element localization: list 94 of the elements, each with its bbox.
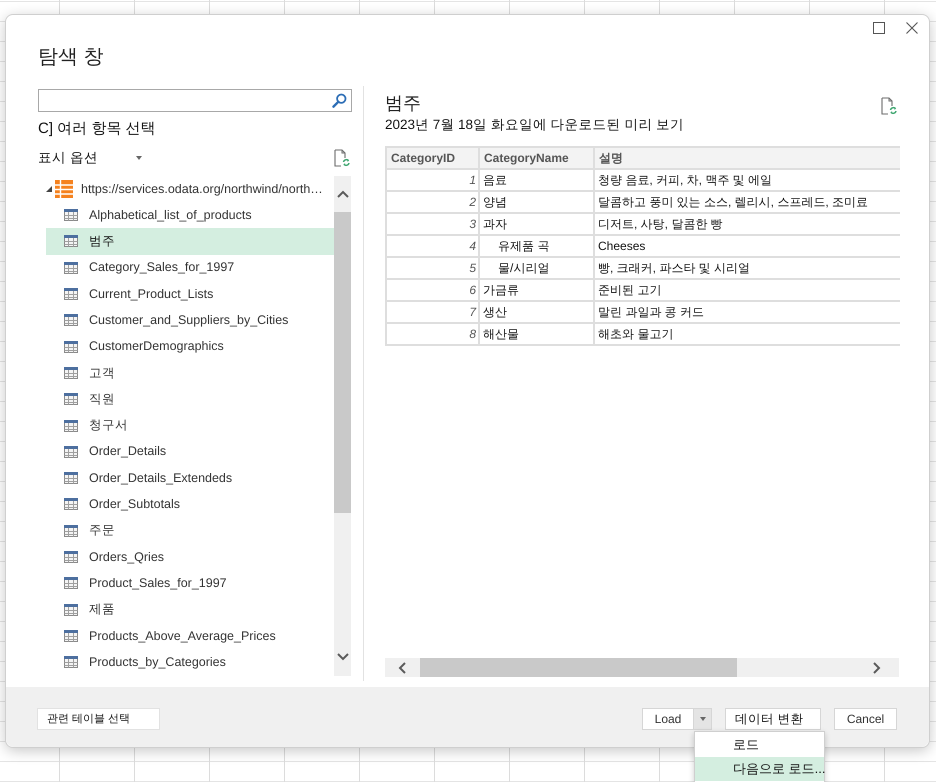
tree-item[interactable]: 제품: [46, 596, 334, 623]
tree-item[interactable]: Orders_Qries: [46, 544, 334, 570]
table-icon: [64, 393, 78, 406]
grid-icon: [55, 180, 73, 198]
chevron-left-icon[interactable]: [398, 662, 407, 674]
caret-icon: [700, 717, 706, 721]
table-icon: [64, 498, 78, 510]
table-cell: 7: [386, 301, 479, 323]
table-icon: [64, 366, 78, 379]
table-cell: 1: [386, 169, 479, 191]
column-header[interactable]: 설명: [594, 147, 900, 169]
preview-subtitle: 2023년 7월 18일 화요일에 다운로드된 미리 보기: [385, 116, 684, 134]
search-icon[interactable]: [332, 93, 347, 108]
document-refresh-icon[interactable]: [334, 149, 350, 167]
scrollbar-thumb[interactable]: [334, 212, 351, 513]
table-cell: 과자: [479, 213, 594, 235]
table-cell: 가금류: [479, 279, 594, 301]
search-field[interactable]: [38, 89, 352, 112]
tree-item[interactable]: Customer_and_Suppliers_by_Cities: [46, 307, 334, 334]
menu-item[interactable]: 다음으로 로드...: [695, 757, 824, 781]
table-cell: 달콤하고 풍미 있는 소스, 렐리시, 스프레드, 조미료: [594, 191, 900, 213]
table-icon: [64, 235, 78, 248]
close-icon[interactable]: [906, 22, 918, 34]
chevron-right-icon[interactable]: [872, 662, 880, 674]
table-icon: [64, 472, 78, 484]
table-cell: 해산물: [479, 323, 594, 345]
tree-item[interactable]: Products_by_Categories: [46, 649, 334, 676]
scrollbar-thumb[interactable]: [420, 658, 737, 677]
display-options-dropdown[interactable]: 표시 옵션: [38, 148, 142, 168]
table-icon: [64, 420, 78, 432]
tree-item[interactable]: Order_Subtotals: [46, 491, 334, 518]
vertical-scrollbar[interactable]: [334, 176, 351, 676]
tree-item[interactable]: Order_Details_Extendeds: [46, 464, 334, 492]
table-icon: [64, 340, 78, 353]
table-cell: 6: [386, 279, 479, 301]
table-cell: Cheeses: [594, 235, 900, 257]
tree-item[interactable]: Alphabetical_list_of_products: [46, 202, 334, 228]
menu-item[interactable]: 로드: [695, 733, 824, 757]
tree-item[interactable]: 범주: [46, 228, 334, 255]
select-related-tables-button[interactable]: 관련 테이블 선택: [37, 708, 160, 730]
tree-item[interactable]: 직원: [46, 386, 334, 412]
table-cell: 말린 과일과 콩 커드: [594, 301, 900, 323]
table-cell: 유제품 곡: [479, 235, 594, 257]
preview-title: 범주: [385, 92, 422, 115]
dropdown-button[interactable]: [694, 708, 712, 730]
table-cell: 2: [386, 191, 479, 213]
tree-item[interactable]: 청구서: [46, 412, 334, 439]
table-cell: 생산: [479, 301, 594, 323]
multi-select-label[interactable]: C] 여러 항목 선택: [38, 119, 352, 139]
load-button[interactable]: Load: [642, 708, 694, 730]
chevron-up-icon[interactable]: [336, 190, 348, 198]
table-icon: [64, 577, 78, 590]
table-cell: 양념: [479, 191, 594, 213]
document-refresh-icon[interactable]: [881, 97, 897, 115]
table-icon: [64, 524, 78, 537]
table-icon: [64, 314, 78, 326]
table-icon: [64, 288, 78, 300]
table-cell: 청량 음료, 커피, 차, 맥주 및 에일: [594, 169, 900, 191]
tree-item[interactable]: Order_Details: [46, 438, 334, 465]
table-cell: 8: [386, 323, 479, 345]
caret-icon: [136, 156, 142, 160]
table-icon: [64, 551, 78, 563]
table-icon: [64, 446, 78, 458]
expander-icon[interactable]: [46, 186, 52, 192]
tree-item[interactable]: CustomerDemographics: [46, 333, 334, 360]
table-cell: 물/시리얼: [479, 257, 594, 279]
tree-item[interactable]: Current_Product_Lists: [46, 280, 334, 308]
maximize-icon[interactable]: [873, 22, 885, 34]
tree-item[interactable]: Products_Above_Average_Prices: [46, 622, 334, 650]
table-cell: 4: [386, 235, 479, 257]
tree-item[interactable]: Category_Sales_for_1997: [46, 254, 334, 281]
table-icon: [64, 604, 78, 616]
table-cell: 3: [386, 213, 479, 235]
transform-data-button[interactable]: 데이터 변환: [725, 708, 821, 730]
column-header[interactable]: CategoryID: [386, 147, 479, 169]
chevron-down-icon[interactable]: [336, 652, 348, 660]
table-icon: [64, 209, 78, 222]
table-cell: 5: [386, 257, 479, 279]
tree-item[interactable]: Product_Sales_for_1997: [46, 570, 334, 596]
dialog-title: 탐색 창: [38, 45, 104, 70]
horizontal-scrollbar[interactable]: [385, 658, 899, 677]
tree-item[interactable]: 주문: [46, 518, 334, 544]
cancel-button[interactable]: Cancel: [834, 708, 897, 730]
table-cell: 빵, 크래커, 파스타 및 시리얼: [594, 257, 900, 279]
column-header[interactable]: CategoryName: [479, 147, 594, 169]
table-cell: 해초와 물고기: [594, 323, 900, 345]
table-icon: [64, 262, 78, 274]
tree-item[interactable]: 고객: [46, 360, 334, 386]
table-cell: 디저트, 사탕, 달콤한 빵: [594, 213, 900, 235]
table-cell: 준비된 고기: [594, 279, 900, 301]
table-icon: [64, 630, 78, 642]
table-cell: 음료: [479, 169, 594, 191]
tree-item[interactable]: https://services.odata.org/northwind/north…: [46, 176, 334, 202]
table-icon: [64, 656, 78, 668]
